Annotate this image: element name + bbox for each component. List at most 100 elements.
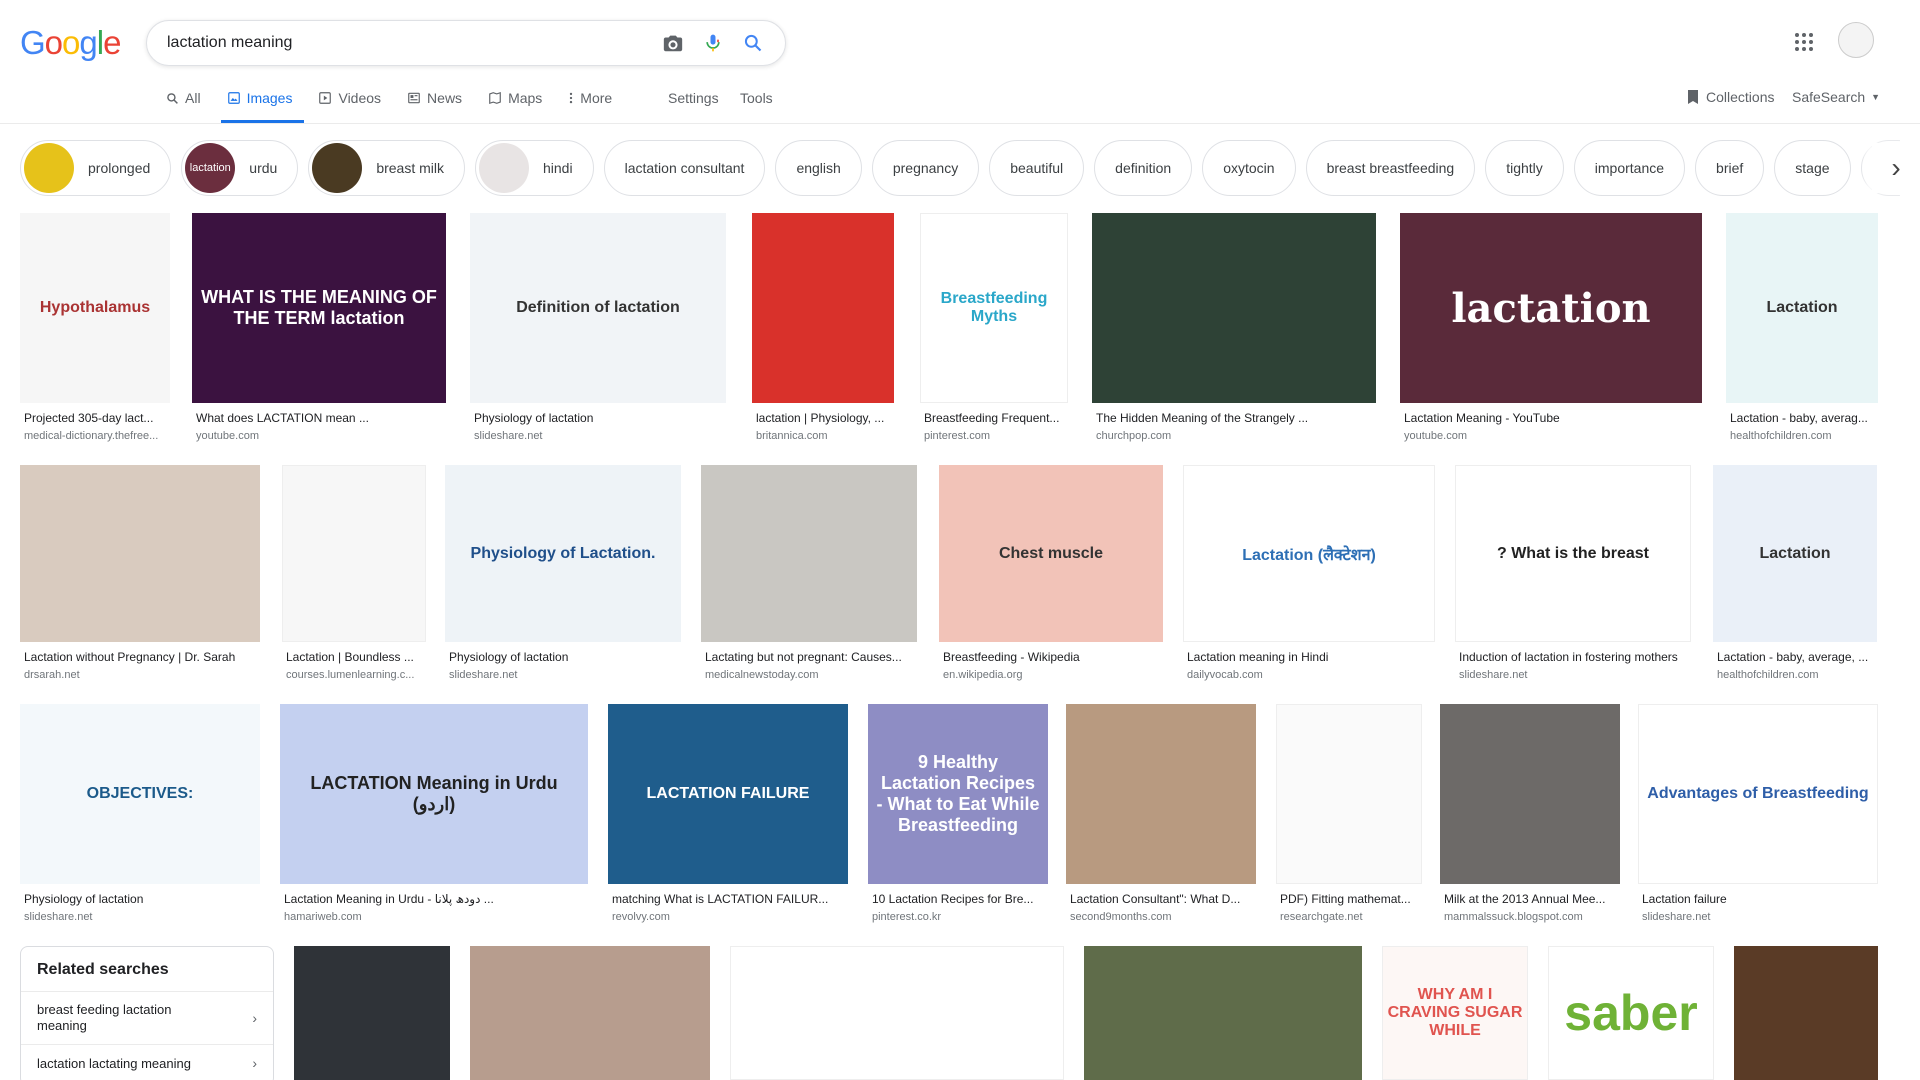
- related-item[interactable]: lactation lactating meaning ›: [21, 1044, 273, 1080]
- tab-all[interactable]: All: [166, 84, 201, 112]
- mic-icon[interactable]: [693, 23, 733, 63]
- result-caption[interactable]: Lactation Meaning - YouTube: [1404, 411, 1700, 425]
- image-result[interactable]: Breastfeeding Myths Breastfeeding Frequen…: [920, 213, 1068, 449]
- result-thumbnail[interactable]: Chest muscle: [939, 465, 1163, 642]
- image-result[interactable]: OBJECTIVES: Physiology of lactation slides…: [20, 704, 260, 930]
- tab-news[interactable]: News: [407, 84, 462, 112]
- image-result[interactable]: ? What is the breast Induction of lactati…: [1455, 465, 1691, 688]
- result-thumbnail[interactable]: OBJECTIVES:: [20, 704, 260, 884]
- result-source[interactable]: mammalssuck.blogspot.com: [1444, 911, 1618, 923]
- image-result[interactable]: Advantages of Breastfeeding Lactation fai…: [1638, 704, 1878, 930]
- suggestion-chip[interactable]: oxytocin: [1202, 140, 1296, 196]
- result-thumbnail[interactable]: Lactation: [1726, 213, 1878, 403]
- result-thumbnail[interactable]: [701, 465, 917, 642]
- result-caption[interactable]: Lactation Consultant": What D...: [1070, 892, 1254, 906]
- tools-link[interactable]: Tools: [740, 90, 773, 106]
- result-caption[interactable]: Lactation - baby, averag...: [1730, 411, 1876, 425]
- result-source[interactable]: slideshare.net: [474, 430, 724, 442]
- result-caption[interactable]: Projected 305-day lact...: [24, 411, 168, 425]
- result-source[interactable]: healthofchildren.com: [1730, 430, 1876, 442]
- result-thumbnail[interactable]: [1092, 213, 1376, 403]
- result-thumbnail[interactable]: Physiology of Lactation.: [445, 465, 681, 642]
- result-caption[interactable]: Lactation meaning in Hindi: [1187, 650, 1433, 664]
- result-source[interactable]: churchpop.com: [1096, 430, 1374, 442]
- result-caption[interactable]: Lactation - baby, average, ...: [1717, 650, 1875, 664]
- image-result[interactable]: WHAT IS THE MEANING OF THE TERM lactatio…: [192, 213, 446, 449]
- search-input[interactable]: lactation meaning: [167, 34, 653, 52]
- result-source[interactable]: medicalnewstoday.com: [705, 669, 915, 681]
- result-thumbnail[interactable]: ? What is the breast: [1455, 465, 1691, 642]
- result-caption[interactable]: Lactation | Boundless ...: [286, 650, 424, 664]
- result-thumbnail[interactable]: Advantages of Breastfeeding: [1638, 704, 1878, 884]
- result-caption[interactable]: Milk at the 2013 Annual Mee...: [1444, 892, 1618, 906]
- settings-label[interactable]: Settings: [668, 90, 719, 106]
- safesearch-label[interactable]: SafeSearch: [1792, 89, 1865, 105]
- result-thumbnail[interactable]: lactation: [1400, 213, 1702, 403]
- result-source[interactable]: slideshare.net: [1642, 911, 1876, 923]
- result-thumbnail[interactable]: WHAT IS THE MEANING OF THE TERM lactatio…: [192, 213, 446, 403]
- suggestion-chip[interactable]: prolonged: [20, 140, 172, 196]
- suggestion-chip[interactable]: breast breastfeeding: [1305, 140, 1476, 196]
- suggestion-chip[interactable]: brief: [1695, 140, 1765, 196]
- result-thumbnail[interactable]: Lactation (लैक्टेशन): [1183, 465, 1435, 642]
- result-source[interactable]: pinterest.com: [924, 430, 1066, 442]
- result-thumbnail[interactable]: [752, 213, 894, 403]
- result-source[interactable]: drsarah.net: [24, 669, 258, 681]
- result-caption[interactable]: Physiology of lactation: [474, 411, 724, 425]
- related-item-label[interactable]: lactation lactating meaning: [37, 1056, 191, 1071]
- result-caption[interactable]: Breastfeeding Frequent...: [924, 411, 1066, 425]
- tab-videos[interactable]: Videos: [318, 84, 381, 112]
- image-result[interactable]: Lactation (लैक्टेशन) Lactation meaning in…: [1183, 465, 1435, 688]
- result-source[interactable]: britannica.com: [756, 430, 892, 442]
- result-caption[interactable]: Lactation failure: [1642, 892, 1876, 906]
- result-source[interactable]: slideshare.net: [1459, 669, 1689, 681]
- result-source[interactable]: en.wikipedia.org: [943, 669, 1161, 681]
- search-box[interactable]: lactation meaning: [146, 20, 786, 66]
- image-result[interactable]: Chest muscle Breastfeeding - Wikipedia en.…: [939, 465, 1163, 688]
- image-result[interactable]: [294, 946, 450, 1080]
- result-thumbnail[interactable]: [1066, 704, 1256, 884]
- apps-grid-icon[interactable]: [1792, 30, 1816, 54]
- google-logo[interactable]: Google: [20, 24, 121, 62]
- image-result[interactable]: 9 Healthy Lactation Recipes - What to Ea…: [868, 704, 1048, 930]
- result-caption[interactable]: matching What is LACTATION FAILUR...: [612, 892, 846, 906]
- result-caption[interactable]: Physiology of lactation: [449, 650, 679, 664]
- result-caption[interactable]: What does LACTATION mean ...: [196, 411, 444, 425]
- suggestion-chip[interactable]: pregnancy: [871, 140, 980, 196]
- collections-label[interactable]: Collections: [1706, 89, 1774, 105]
- result-caption[interactable]: The Hidden Meaning of the Strangely ...: [1096, 411, 1374, 425]
- image-result[interactable]: Milk at the 2013 Annual Mee... mammalssuc…: [1440, 704, 1620, 930]
- result-thumbnail[interactable]: Hypothalamus: [20, 213, 170, 403]
- result-source[interactable]: researchgate.net: [1280, 911, 1420, 923]
- image-result[interactable]: Lactation Consultant": What D... second9m…: [1066, 704, 1256, 930]
- image-result[interactable]: Lactation Lactation - baby, average, ... h…: [1713, 465, 1877, 688]
- tab-images[interactable]: Images: [220, 84, 305, 123]
- image-result[interactable]: [1084, 946, 1362, 1080]
- search-icon[interactable]: [733, 23, 773, 63]
- suggestion-chip[interactable]: importance: [1573, 140, 1686, 196]
- account-avatar[interactable]: [1838, 22, 1874, 58]
- suggestion-chip[interactable]: breast milk: [308, 140, 465, 196]
- image-result[interactable]: Physiology of Lactation. Physiology of la…: [445, 465, 681, 688]
- result-source[interactable]: revolvy.com: [612, 911, 846, 923]
- result-thumbnail[interactable]: 9 Healthy Lactation Recipes - What to Ea…: [868, 704, 1048, 884]
- image-result[interactable]: Definition of lactation Physiology of lac…: [470, 213, 726, 449]
- image-result[interactable]: [470, 946, 710, 1080]
- image-result[interactable]: LACTATION FAILURE matching What is LACTAT…: [608, 704, 848, 930]
- image-result[interactable]: The Hidden Meaning of the Strangely ... c…: [1092, 213, 1376, 449]
- result-source[interactable]: youtube.com: [1404, 430, 1700, 442]
- image-result[interactable]: [1734, 946, 1878, 1080]
- result-caption[interactable]: 10 Lactation Recipes for Bre...: [872, 892, 1046, 906]
- result-source[interactable]: pinterest.co.kr: [872, 911, 1046, 923]
- result-thumbnail[interactable]: Breastfeeding Myths: [920, 213, 1068, 403]
- result-thumbnail[interactable]: [1440, 704, 1620, 884]
- result-thumbnail[interactable]: LACTATION FAILURE: [608, 704, 848, 884]
- image-result[interactable]: saber: [1548, 946, 1714, 1080]
- result-thumbnail[interactable]: LACTATION Meaning in Urdu (اردو): [280, 704, 588, 884]
- related-item-label[interactable]: breast feeding lactation meaning: [37, 1002, 217, 1034]
- result-source[interactable]: hamariweb.com: [284, 911, 586, 923]
- suggestion-chip[interactable]: lactation urdu: [181, 140, 299, 196]
- result-source[interactable]: slideshare.net: [449, 669, 679, 681]
- image-result[interactable]: lactation Lactation Meaning - YouTube yout…: [1400, 213, 1702, 449]
- result-source[interactable]: medical-dictionary.thefree...: [24, 430, 168, 442]
